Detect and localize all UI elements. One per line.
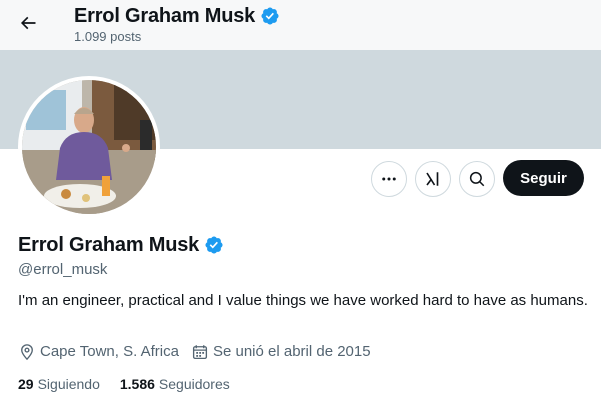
followers-link[interactable]: 1.586 Seguidores (120, 374, 230, 394)
location-text: Cape Town, S. Africa (40, 343, 179, 360)
profile-meta: Cape Town, S. Africa Se unió el abril de… (18, 342, 383, 362)
followers-label: Seguidores (158, 376, 230, 392)
profile-name: Errol Graham Musk (18, 234, 200, 256)
grok-button[interactable] (415, 161, 451, 197)
profile-name-row: Errol Graham Musk (18, 233, 224, 257)
joined-item: Se unió el abril de 2015 (191, 342, 371, 362)
following-count: 29 (18, 376, 34, 392)
location-item: Cape Town, S. Africa (18, 342, 179, 362)
search-button[interactable] (459, 161, 495, 197)
header-profile-name: Errol Graham Musk (74, 5, 256, 27)
arrow-left-icon (20, 16, 36, 30)
joined-text: Se unió el abril de 2015 (212, 343, 371, 360)
more-icon (382, 177, 396, 181)
search-icon (469, 171, 485, 187)
back-button[interactable] (10, 5, 46, 41)
profile-bio: I'm an engineer, practical and I value t… (18, 292, 588, 309)
verified-badge-icon (261, 7, 279, 25)
profile-stats: 29 Siguiendo 1.586 Seguidores (18, 374, 250, 394)
followers-count: 1.586 (119, 376, 155, 392)
grok-icon (426, 172, 439, 186)
avatar-photo (22, 80, 156, 214)
verified-badge-icon[interactable] (204, 235, 224, 255)
calendar-icon (192, 345, 208, 360)
header-post-count: 1.099 posts (74, 29, 142, 44)
following-label: Siguiendo (37, 376, 100, 392)
more-button[interactable] (371, 161, 407, 197)
profile-handle: @errol_musk (18, 261, 108, 278)
follow-button[interactable]: Seguir (503, 160, 584, 196)
header-name-row: Errol Graham Musk (74, 4, 280, 28)
following-link[interactable]: 29 Siguiendo (18, 374, 100, 394)
location-pin-icon (21, 344, 33, 361)
profile-avatar[interactable] (18, 76, 160, 218)
profile-header-bar: Errol Graham Musk 1.099 posts (0, 0, 601, 50)
